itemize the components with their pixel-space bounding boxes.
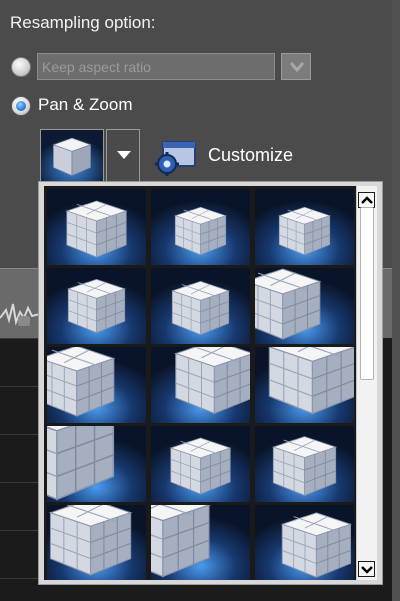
cube-thumbnail-icon — [255, 426, 354, 502]
preset-thumbnail[interactable] — [151, 426, 250, 502]
preset-thumbnail[interactable] — [47, 426, 146, 502]
scrollbar-thumb[interactable] — [360, 207, 374, 380]
keep-aspect-select[interactable]: Keep aspect ratio — [37, 53, 275, 80]
preset-thumbnail[interactable] — [47, 189, 146, 265]
preset-thumbnail[interactable] — [47, 268, 146, 344]
pan-zoom-label[interactable]: Pan & Zoom — [38, 95, 133, 115]
arrow-up-icon — [361, 196, 373, 204]
keep-aspect-radio[interactable] — [11, 57, 31, 77]
cube-thumbnail-icon — [47, 426, 146, 502]
cube-thumbnail-icon — [151, 268, 250, 344]
preset-thumbnail[interactable] — [255, 268, 354, 344]
preset-thumbnail[interactable] — [255, 505, 354, 580]
preset-thumbnail[interactable] — [255, 426, 354, 502]
cube-thumbnail-icon — [47, 347, 146, 423]
preset-thumbnail[interactable] — [255, 189, 354, 265]
cube-thumbnail-icon — [47, 505, 146, 580]
scroll-down-button[interactable] — [358, 561, 375, 577]
chevron-down-icon — [289, 62, 305, 73]
preset-dropdown-button[interactable] — [106, 129, 140, 182]
keep-aspect-select-value: Keep aspect ratio — [42, 59, 151, 75]
chevron-down-icon — [117, 151, 131, 159]
cube-thumbnail-icon — [151, 347, 250, 423]
background-right-edge — [392, 0, 400, 601]
cube-thumbnail-icon — [47, 268, 146, 344]
window-gear-icon[interactable] — [153, 140, 197, 176]
cube-thumbnail-icon — [151, 505, 250, 580]
cube-thumbnail-icon — [255, 268, 354, 344]
preset-thumbnail[interactable] — [151, 505, 250, 580]
preset-thumbnail[interactable] — [255, 347, 354, 423]
pan-zoom-radio[interactable] — [11, 96, 31, 116]
preset-thumbnail[interactable] — [151, 268, 250, 344]
cube-thumbnail-icon — [151, 426, 250, 502]
waveform-icon — [0, 303, 40, 326]
preset-thumbnail[interactable] — [47, 347, 146, 423]
cube-thumbnail-icon — [47, 189, 146, 265]
cube-thumbnail-icon — [255, 347, 354, 423]
pan-zoom-preset-button[interactable] — [40, 129, 104, 182]
customize-label[interactable]: Customize — [208, 145, 293, 166]
arrow-down-icon — [361, 566, 373, 574]
cube-thumbnail-icon — [255, 189, 354, 265]
preset-thumbnail[interactable] — [151, 347, 250, 423]
cube-thumbnail-icon — [41, 130, 103, 181]
preset-thumbnail[interactable] — [151, 189, 250, 265]
cube-thumbnail-icon — [255, 505, 354, 580]
cube-thumbnail-icon — [151, 189, 250, 265]
background-track-lines — [0, 338, 40, 601]
radio-selected-dot — [16, 101, 26, 111]
resampling-heading: Resampling option: — [10, 13, 156, 32]
preset-grid — [44, 186, 356, 580]
scroll-up-button[interactable] — [358, 192, 375, 208]
preset-thumbnail[interactable] — [47, 505, 146, 580]
keep-aspect-select-button[interactable] — [281, 53, 311, 80]
